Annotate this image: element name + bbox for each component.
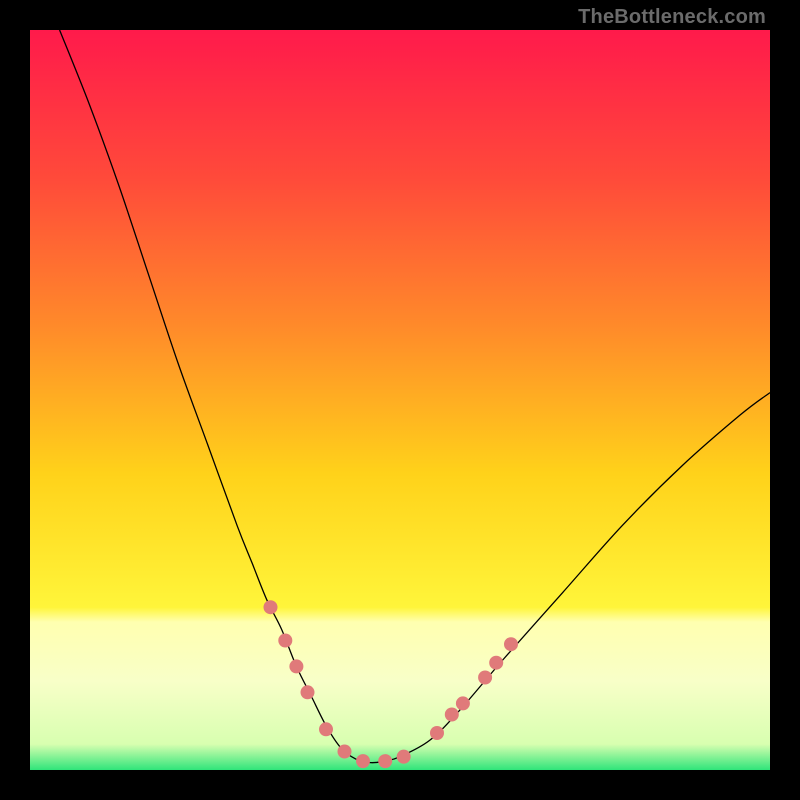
highlight-dot xyxy=(397,750,411,764)
highlight-dot xyxy=(489,656,503,670)
chart-plot-area xyxy=(30,30,770,770)
chart-background xyxy=(30,30,770,770)
chart-svg xyxy=(30,30,770,770)
highlight-dot xyxy=(338,745,352,759)
highlight-dot xyxy=(456,696,470,710)
highlight-dot xyxy=(278,634,292,648)
highlight-dot xyxy=(430,726,444,740)
highlight-dot xyxy=(289,659,303,673)
watermark-text: TheBottleneck.com xyxy=(578,6,766,29)
highlight-dot xyxy=(264,600,278,614)
highlight-dot xyxy=(319,722,333,736)
highlight-dot xyxy=(445,708,459,722)
chart-outer-frame: TheBottleneck.com xyxy=(0,0,800,800)
highlight-dot xyxy=(378,754,392,768)
highlight-dot xyxy=(356,754,370,768)
highlight-dot xyxy=(301,685,315,699)
highlight-dot xyxy=(504,637,518,651)
highlight-dot xyxy=(478,671,492,685)
